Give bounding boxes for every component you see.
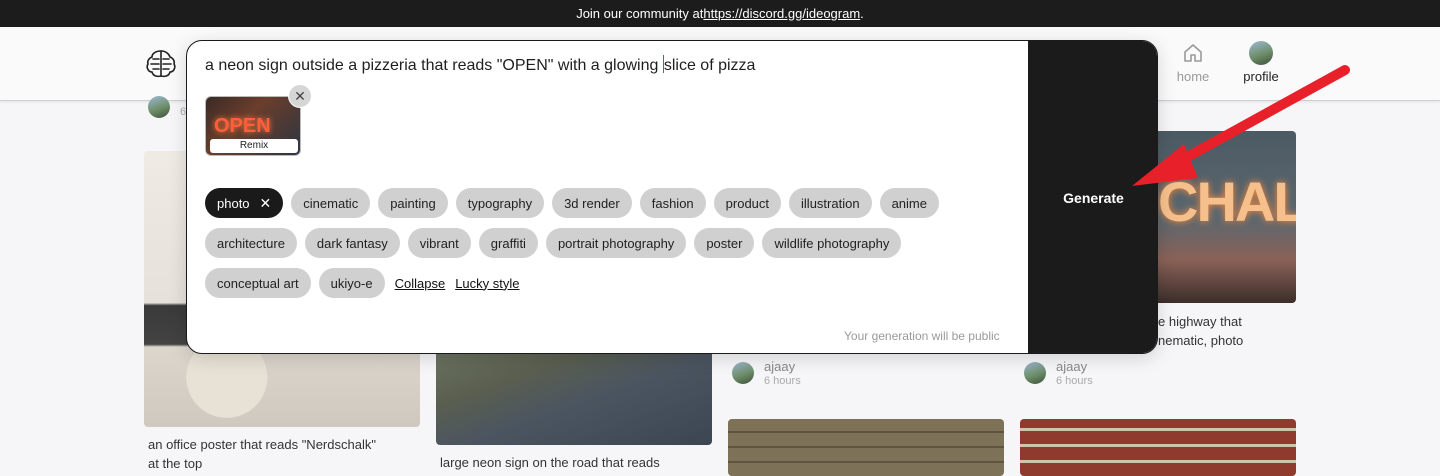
card4-caption-line1: e highway that bbox=[1158, 314, 1242, 329]
style-chip-poster[interactable]: poster bbox=[694, 228, 755, 258]
style-chip-cinematic[interactable]: cinematic bbox=[291, 188, 371, 218]
style-chip-3d-render[interactable]: 3d render bbox=[552, 188, 632, 218]
card1-caption-line1: an office poster that reads "Nerdschalk" bbox=[148, 437, 376, 452]
card1-caption-line2: at the top bbox=[148, 456, 203, 471]
prompt-input[interactable]: a neon sign outside a pizzeria that read… bbox=[205, 55, 755, 75]
style-chip-label: conceptual art bbox=[217, 275, 299, 291]
avatar[interactable] bbox=[1024, 362, 1046, 384]
style-chip-label: fashion bbox=[651, 195, 694, 211]
style-row: conceptual art ukiyo-e Collapse Lucky styl… bbox=[205, 268, 1005, 298]
style-chip-label: product bbox=[725, 195, 770, 211]
style-chip-typography[interactable]: typography bbox=[455, 188, 545, 218]
style-chip-vibrant[interactable]: vibrant bbox=[407, 228, 471, 258]
generate-label: Generate bbox=[1063, 190, 1124, 206]
public-note: Your generation will be public bbox=[844, 329, 1000, 343]
style-chip-label: poster bbox=[706, 235, 743, 251]
feed-image-brick-wall[interactable] bbox=[728, 419, 1004, 476]
card1-caption: an office poster that reads "Nerdschalk"… bbox=[148, 435, 418, 473]
collapse-link[interactable]: Collapse bbox=[395, 276, 446, 291]
card2-caption: large neon sign on the road that reads bbox=[440, 455, 660, 470]
thumbnail-neon-text: OPEN bbox=[214, 115, 271, 137]
close-icon: ✕ bbox=[294, 88, 306, 104]
style-chip-graffiti[interactable]: graffiti bbox=[478, 228, 538, 258]
style-chip-label: 3d render bbox=[564, 195, 620, 211]
style-chip-label: architecture bbox=[217, 235, 285, 251]
remove-thumbnail-button[interactable]: ✕ bbox=[288, 84, 312, 108]
community-banner: Join our community at https://discord.gg… bbox=[0, 0, 1440, 27]
prompt-text-after-caret: slice of pizza bbox=[663, 57, 756, 74]
style-chip-label: graffiti bbox=[490, 235, 526, 251]
brain-logo-icon[interactable] bbox=[144, 47, 178, 81]
style-chip-wildlife-photography[interactable]: wildlife photography bbox=[762, 228, 902, 258]
style-chip-conceptual-art[interactable]: conceptual art bbox=[205, 268, 311, 298]
style-chip-anime[interactable]: anime bbox=[879, 188, 939, 218]
remix-thumbnail[interactable]: OPEN Remix bbox=[205, 96, 301, 156]
user-name[interactable]: ajaay bbox=[1056, 359, 1087, 374]
post-time: 6 hours bbox=[764, 375, 801, 387]
style-chip-fashion[interactable]: fashion bbox=[639, 188, 706, 218]
avatar[interactable] bbox=[148, 96, 170, 118]
style-chip-label: dark fantasy bbox=[316, 235, 388, 251]
style-chip-label: portrait photography bbox=[557, 235, 675, 251]
style-chip-label: anime bbox=[891, 195, 927, 211]
style-chips: photo ✕ cinematic painting typography 3d rend… bbox=[205, 188, 1005, 308]
banner-text: Join our community at bbox=[576, 6, 704, 21]
style-row: photo ✕ cinematic painting typography 3d rend… bbox=[205, 188, 1005, 218]
annotation-arrow-icon bbox=[1132, 65, 1350, 186]
style-chip-label: painting bbox=[390, 195, 436, 211]
style-chip-architecture[interactable]: architecture bbox=[205, 228, 297, 258]
style-chip-portrait-photography[interactable]: portrait photography bbox=[545, 228, 687, 258]
style-chip-painting[interactable]: painting bbox=[378, 188, 448, 218]
discord-link[interactable]: https://discord.gg/ideogram bbox=[703, 6, 860, 21]
style-chip-label: photo bbox=[217, 195, 250, 211]
post-time: 6 hours bbox=[1056, 375, 1093, 387]
card4-caption: e highway that nematic, photo bbox=[1158, 312, 1298, 350]
feed-image-red-brick-wall[interactable] bbox=[1020, 419, 1296, 476]
style-chip-label: illustration bbox=[801, 195, 860, 211]
style-chip-label: typography bbox=[467, 195, 533, 211]
style-chip-label: cinematic bbox=[303, 195, 359, 211]
style-chip-ukiyo-e[interactable]: ukiyo-e bbox=[318, 268, 385, 298]
prompt-text-before-caret: a neon sign outside a pizzeria that read… bbox=[205, 57, 663, 74]
avatar[interactable] bbox=[732, 362, 754, 384]
close-icon[interactable]: ✕ bbox=[260, 195, 272, 212]
style-chip-illustration[interactable]: illustration bbox=[789, 188, 872, 218]
prompt-dialog: a neon sign outside a pizzeria that read… bbox=[186, 40, 1158, 354]
style-chip-label: vibrant bbox=[419, 235, 459, 251]
banner-suffix: . bbox=[860, 6, 864, 21]
card4-caption-line2: nematic, photo bbox=[1158, 333, 1244, 348]
style-chip-label: wildlife photography bbox=[774, 235, 890, 251]
style-chip-photo[interactable]: photo ✕ bbox=[205, 188, 284, 218]
user-name[interactable]: ajaay bbox=[764, 359, 795, 374]
style-chip-dark-fantasy[interactable]: dark fantasy bbox=[304, 228, 400, 258]
style-chip-label: ukiyo-e bbox=[330, 275, 373, 291]
remix-label: Remix bbox=[210, 139, 298, 153]
feed-image-road[interactable] bbox=[436, 345, 712, 445]
style-row: architecture dark fantasy vibrant graffiti p… bbox=[205, 228, 1005, 258]
style-chip-product[interactable]: product bbox=[713, 188, 782, 218]
lucky-style-link[interactable]: Lucky style bbox=[455, 276, 519, 291]
